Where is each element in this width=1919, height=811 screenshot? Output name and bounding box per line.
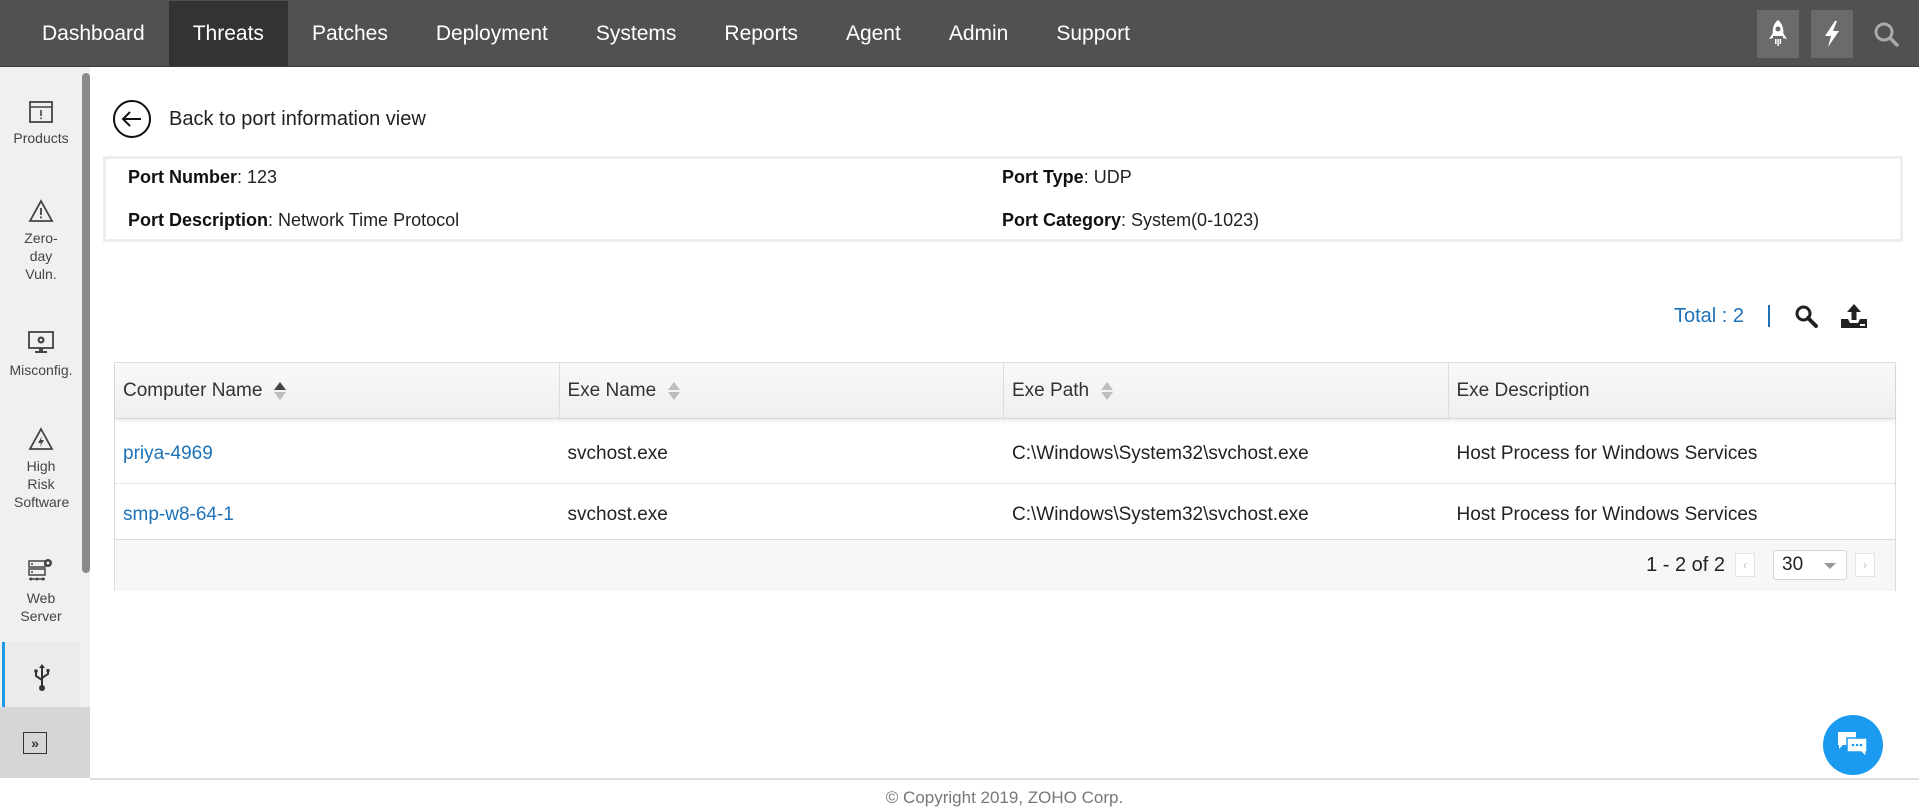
usb-icon — [34, 664, 50, 691]
quick-actions-button[interactable] — [1811, 9, 1853, 58]
search-icon — [1874, 22, 1899, 47]
column-header-exe-description: Exe Description — [1449, 363, 1896, 419]
sidebar-item-web-server[interactable]: Web Server — [0, 557, 82, 625]
nav-systems[interactable]: Systems — [572, 1, 701, 66]
next-page-button[interactable]: › — [1855, 553, 1875, 577]
server-gear-icon — [28, 559, 52, 581]
exe-description-cell: Host Process for Windows Services — [1456, 442, 1758, 464]
previous-page-button[interactable]: ‹ — [1735, 553, 1755, 577]
table-search-button[interactable] — [1794, 304, 1818, 328]
back-to-port-view-link[interactable]: Back to port information view — [113, 100, 426, 138]
sidebar-label: Web Server — [20, 590, 62, 624]
computer-name-link[interactable]: smp-w8-64-1 — [115, 504, 560, 526]
rocket-icon — [1769, 19, 1787, 46]
pagination-info: 1 - 2 of 2 — [1646, 554, 1725, 576]
port-info-panel: Port Number: 123 Port Description: Netwo… — [103, 156, 1903, 242]
left-sidebar: Products Zero-day Vuln. Misconfig. High … — [0, 67, 90, 778]
exe-name-cell: svchost.exe — [567, 442, 668, 464]
chevron-right-icon: › — [1863, 558, 1867, 572]
export-upload-icon — [1841, 304, 1867, 328]
sidebar-scrollbar[interactable] — [82, 73, 90, 573]
column-header-computer-name[interactable]: Computer Name — [115, 363, 560, 419]
port-type-value: UDP — [1093, 167, 1132, 187]
sort-ascending-icon — [274, 382, 287, 400]
double-chevron-right-icon: » — [31, 734, 39, 751]
port-description-field: Port Description: Network Time Protocol — [128, 210, 460, 230]
back-link-label: Back to port information view — [169, 107, 426, 130]
port-type-field: Port Type: UDP — [1002, 167, 1132, 187]
export-button[interactable] — [1840, 303, 1868, 329]
back-arrow-icon — [113, 100, 151, 138]
lightning-triangle-icon — [28, 427, 54, 450]
port-number-field: Port Number: 123 — [128, 167, 278, 187]
column-label: Exe Path — [1012, 380, 1090, 401]
sidebar-item-products[interactable]: Products — [0, 101, 82, 147]
sort-icon — [668, 382, 681, 400]
table-toolbar: Total : 2 — [1674, 303, 1884, 329]
exe-name-cell: svchost.exe — [567, 504, 668, 525]
page-size-value: 30 — [1782, 554, 1804, 575]
pagination-bar: 1 - 2 of 2 ‹ 30 › — [115, 539, 1895, 591]
column-label: Computer Name — [123, 380, 263, 401]
column-header-exe-name[interactable]: Exe Name — [560, 363, 1004, 419]
main-nav: Dashboard Threats Patches Deployment Sys… — [18, 1, 1154, 66]
port-number-label: Port Number — [128, 167, 238, 187]
sort-icon — [1101, 382, 1114, 400]
column-label: Exe Name — [567, 380, 657, 401]
column-label: Exe Description — [1456, 380, 1590, 401]
nav-threats[interactable]: Threats — [168, 1, 288, 66]
table-row: priya-4969 svchost.exe C:\Windows\System… — [115, 424, 1895, 484]
global-search-button[interactable] — [1865, 10, 1907, 58]
top-right-actions — [1757, 0, 1919, 67]
toolbar-separator — [1768, 305, 1770, 327]
warning-triangle-icon — [28, 199, 54, 222]
exe-path-cell: C:\Windows\System32\svchost.exe — [1012, 442, 1309, 464]
chat-support-button[interactable] — [1823, 715, 1883, 775]
lightning-icon — [1825, 20, 1839, 47]
search-icon — [1795, 305, 1818, 328]
nav-patches[interactable]: Patches — [288, 1, 412, 66]
exe-description-cell: Host Process for Windows Services — [1456, 504, 1758, 525]
port-description-value: Network Time Protocol — [278, 210, 460, 230]
exe-path-cell: C:\Windows\System32\svchost.exe — [1012, 504, 1309, 525]
page-size-select[interactable]: 30 — [1773, 550, 1847, 580]
sidebar-label: Zero-day Vuln. — [24, 230, 58, 282]
sidebar-item-zero-day[interactable]: Zero-day Vuln. — [0, 199, 82, 283]
column-header-exe-path[interactable]: Exe Path — [1004, 363, 1449, 419]
copyright-text: © Copyright 2019, ZOHO Corp. — [885, 788, 1124, 807]
port-processes-table: Computer Name Exe Name Exe Path Exe Desc… — [114, 362, 1896, 591]
top-navigation-bar: Dashboard Threats Patches Deployment Sys… — [0, 0, 1919, 67]
nav-deployment[interactable]: Deployment — [412, 1, 572, 66]
port-type-label: Port Type — [1002, 167, 1084, 187]
sidebar-item-misconfig[interactable]: Misconfig. — [0, 331, 82, 379]
expand-sidebar-button[interactable]: » — [23, 731, 47, 754]
sidebar-label: Misconfig. — [9, 362, 73, 378]
nav-support[interactable]: Support — [1032, 1, 1154, 66]
sidebar-item-high-risk-software[interactable]: High Risk Software — [0, 427, 82, 511]
nav-dashboard[interactable]: Dashboard — [18, 1, 169, 66]
sidebar-label: High Risk Software — [14, 458, 70, 510]
port-number-value: 123 — [247, 167, 278, 187]
chevron-left-icon: ‹ — [1743, 558, 1747, 572]
port-category-label: Port Category — [1002, 210, 1122, 230]
nav-admin[interactable]: Admin — [925, 1, 1033, 66]
chat-bubbles-icon — [1838, 732, 1868, 759]
table-header: Computer Name Exe Name Exe Path Exe Desc… — [115, 363, 1895, 419]
nav-agent[interactable]: Agent — [822, 1, 925, 66]
computer-name-link[interactable]: priya-4969 — [115, 443, 560, 465]
page-footer: © Copyright 2019, ZOHO Corp. — [90, 778, 1919, 811]
browser-alert-icon — [29, 101, 53, 123]
nav-reports[interactable]: Reports — [700, 1, 822, 66]
sidebar-label: Products — [13, 130, 69, 146]
table-row: smp-w8-64-1 svchost.exe C:\Windows\Syste… — [115, 485, 1895, 545]
monitor-gear-icon — [28, 331, 54, 353]
port-category-value: System(0-1023) — [1131, 210, 1260, 230]
sidebar-footer: » — [0, 707, 90, 778]
port-category-field: Port Category: System(0-1023) — [1002, 210, 1260, 230]
port-description-label: Port Description — [128, 210, 269, 230]
total-count: Total : 2 — [1673, 304, 1744, 327]
quick-launch-button[interactable] — [1757, 9, 1799, 58]
chevron-down-icon — [1824, 563, 1836, 569]
